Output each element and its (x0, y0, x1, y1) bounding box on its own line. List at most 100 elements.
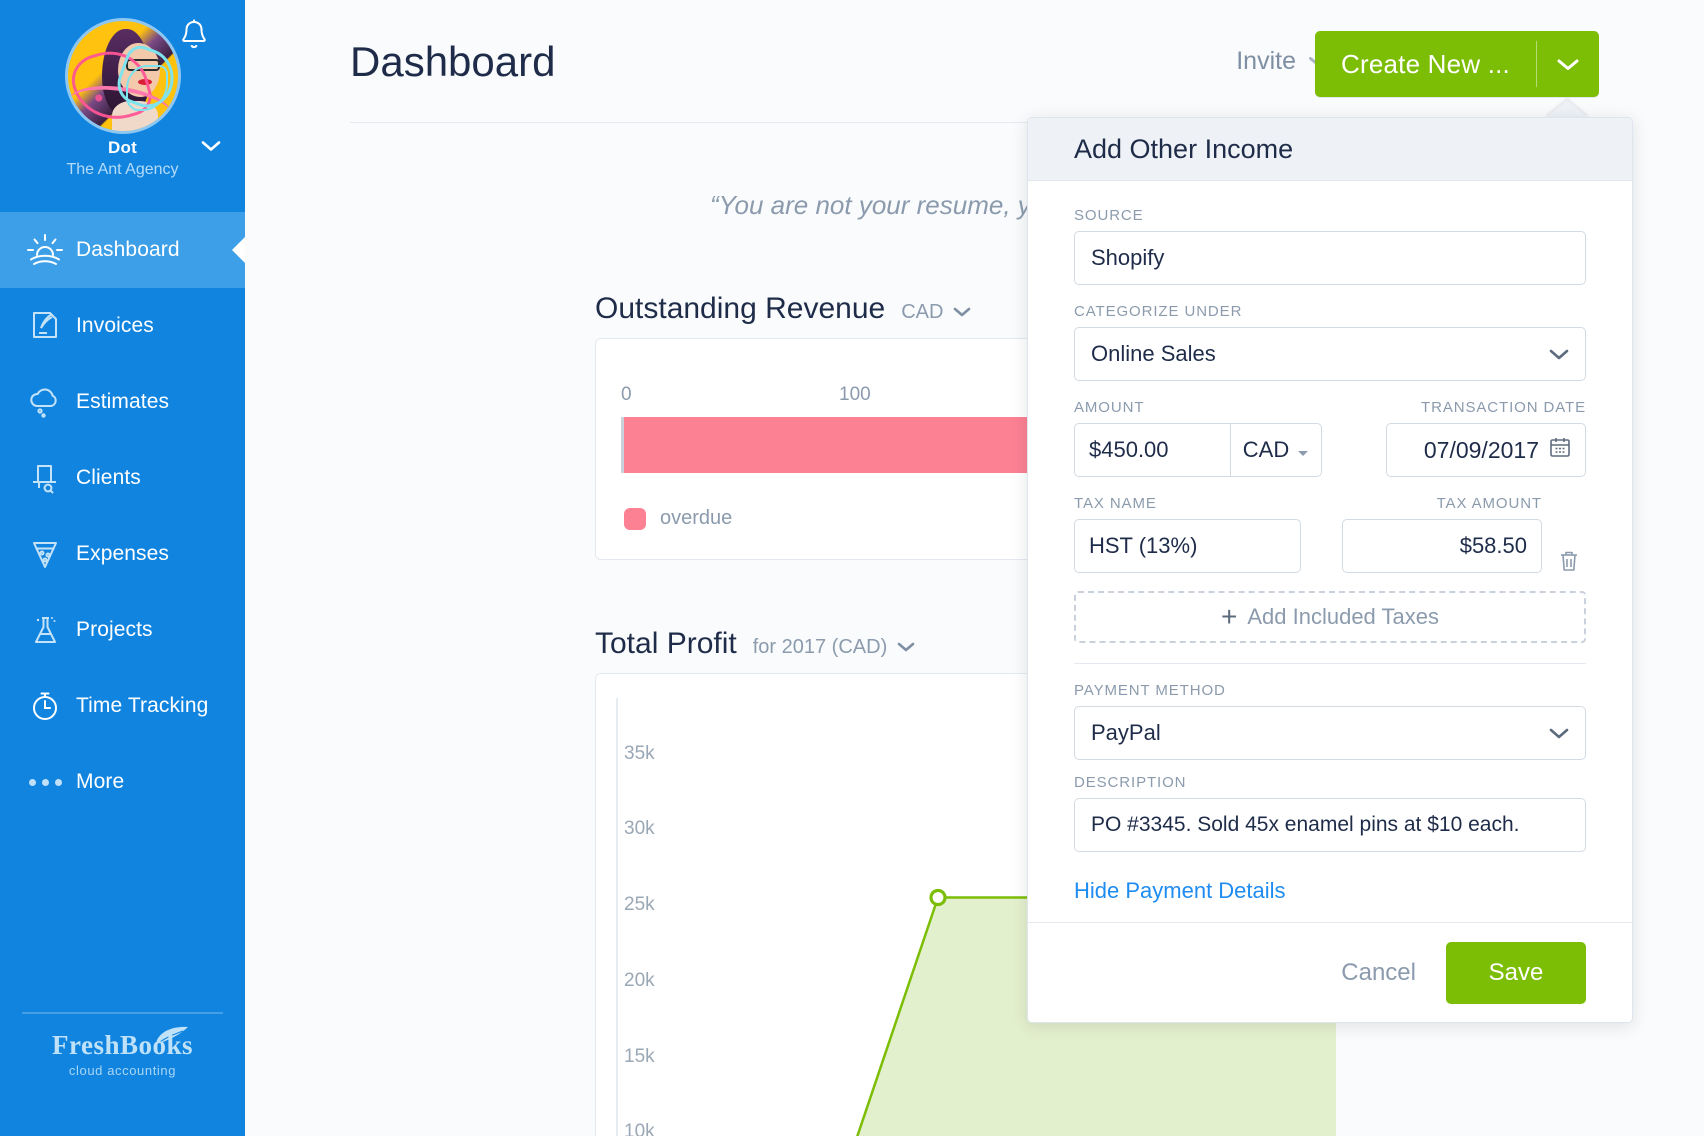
y-axis-tick: 10k (624, 1121, 655, 1136)
x-axis-tick-0: 0 (621, 384, 632, 405)
modal-pointer-arrow (1545, 100, 1589, 118)
sidebar-item-label: Projects (76, 618, 153, 641)
sidebar-item-label: Expenses (76, 542, 170, 565)
create-new-button[interactable]: Create New ... (1315, 31, 1599, 97)
amount-input[interactable]: $450.00 (1074, 423, 1230, 477)
currency-label: CAD (901, 301, 944, 323)
amount-input-group: $450.00 CAD (1074, 423, 1322, 477)
amount-label: AMOUNT (1074, 399, 1145, 416)
chevron-down-icon[interactable] (201, 139, 221, 153)
y-axis-tick: 20k (624, 969, 655, 991)
save-button[interactable]: Save (1446, 941, 1586, 1004)
total-profit-period-dropdown[interactable]: for 2017 (CAD) (753, 636, 916, 659)
transaction-date-value: 07/09/2017 (1423, 436, 1539, 463)
freshbooks-logo: FreshBooks cloud accounting (0, 1030, 245, 1078)
top-hat-icon (22, 458, 68, 498)
bell-icon[interactable] (179, 18, 209, 52)
caret-down-icon (1297, 437, 1309, 463)
transaction-date-field-group: TRANSACTION DATE 07/09/2017 (1386, 399, 1586, 477)
tax-name-input[interactable]: HST (13%) (1074, 519, 1301, 573)
sidebar-divider (22, 1012, 223, 1014)
tax-amount-wrap: TAX AMOUNT $58.50 (1342, 495, 1586, 573)
amount-date-row: AMOUNT $450.00 CAD TRANSACTION DATE 07/0… (1074, 399, 1586, 477)
chevron-down-icon (1549, 720, 1569, 746)
create-new-label: Create New ... (1341, 48, 1510, 79)
payment-method-field-group: PAYMENT METHOD PayPal (1074, 682, 1586, 760)
page-title: Dashboard (350, 38, 556, 85)
payment-method-label: PAYMENT METHOD (1074, 682, 1226, 699)
pizza-slice-icon (22, 534, 68, 574)
total-profit-title: Total Profit (595, 627, 737, 660)
tax-amount-input[interactable]: $58.50 (1342, 519, 1542, 573)
tax-amount-field-group: TAX AMOUNT $58.50 (1342, 495, 1542, 573)
description-label: DESCRIPTION (1074, 774, 1187, 791)
legend-swatch-overdue (624, 507, 646, 530)
source-input[interactable]: Shopify (1074, 231, 1586, 285)
invite-label: Invite (1236, 47, 1296, 75)
calendar-icon[interactable] (1549, 436, 1571, 464)
sidebar-item-expenses[interactable]: Expenses (0, 516, 245, 592)
sidebar-item-label: Clients (76, 466, 141, 489)
legend-label-overdue: overdue (660, 507, 733, 529)
sidebar-item-invoices[interactable]: Invoices (0, 288, 245, 364)
amount-field-group: AMOUNT $450.00 CAD (1074, 399, 1322, 477)
trash-icon[interactable] (1552, 549, 1586, 573)
transaction-date-label: TRANSACTION DATE (1421, 399, 1586, 416)
sidebar-item-estimates[interactable]: Estimates (0, 364, 245, 440)
currency-select[interactable]: CAD (1230, 423, 1322, 477)
tax-name-label: TAX NAME (1074, 495, 1157, 512)
tax-amount-label: TAX AMOUNT (1436, 495, 1542, 512)
outstanding-revenue-currency-dropdown[interactable]: CAD (901, 301, 971, 324)
transaction-date-input[interactable]: 07/09/2017 (1386, 423, 1586, 477)
add-included-taxes-button[interactable]: + Add Included Taxes (1074, 591, 1586, 643)
description-input[interactable]: PO #3345. Sold 45x enamel pins at $10 ea… (1074, 798, 1586, 852)
category-select[interactable]: Online Sales (1074, 327, 1586, 381)
sidebar-item-projects[interactable]: Projects (0, 592, 245, 668)
data-point[interactable] (929, 888, 947, 907)
outstanding-revenue-title: Outstanding Revenue (595, 292, 886, 325)
logo-wordmark: FreshBooks (51, 1030, 194, 1060)
sunrise-icon (22, 230, 68, 270)
y-axis-tick: 25k (624, 894, 655, 916)
category-label: CATEGORIZE UNDER (1074, 303, 1243, 320)
modal-title: Add Other Income (1074, 133, 1294, 164)
tax-name-field-group: TAX NAME HST (13%) (1074, 495, 1301, 573)
currency-value: CAD (1242, 437, 1290, 462)
chevron-down-icon (897, 636, 915, 659)
create-new-dropdown-toggle[interactable] (1537, 31, 1599, 97)
section-divider (1074, 663, 1586, 664)
total-profit-header: Total Profit for 2017 (CAD) (595, 627, 915, 661)
y-axis-tick: 35k (624, 742, 655, 764)
description-field-group: DESCRIPTION PO #3345. Sold 45x enamel pi… (1074, 774, 1586, 852)
avatar[interactable] (64, 18, 181, 134)
sidebar-item-label: More (76, 770, 125, 793)
sidebar-item-clients[interactable]: Clients (0, 440, 245, 516)
stopwatch-icon (22, 686, 68, 726)
source-label: SOURCE (1074, 207, 1144, 224)
payment-method-value: PayPal (1091, 720, 1161, 745)
y-axis-tick: 30k (624, 818, 655, 840)
sidebar-item-label: Dashboard (76, 238, 180, 261)
hide-payment-details-link[interactable]: Hide Payment Details (1074, 878, 1286, 904)
sidebar-item-dashboard[interactable]: Dashboard (0, 212, 245, 288)
source-field-group: SOURCE Shopify (1074, 207, 1586, 285)
x-axis-tick-100: 100 (839, 384, 871, 405)
modal-body: SOURCE Shopify CATEGORIZE UNDER Online S… (1028, 181, 1632, 904)
sidebar-item-label: Time Tracking (76, 694, 209, 717)
sidebar-item-label: Estimates (76, 390, 170, 413)
category-value: Online Sales (1091, 341, 1216, 366)
cancel-button[interactable]: Cancel (1341, 959, 1416, 987)
sidebar-item-time-tracking[interactable]: Time Tracking (0, 668, 245, 744)
category-field-group: CATEGORIZE UNDER Online Sales (1074, 303, 1586, 381)
modal-footer: Cancel Save (1028, 922, 1632, 1022)
user-company: The Ant Agency (66, 161, 179, 178)
period-label: for 2017 (CAD) (752, 636, 888, 658)
sidebar-item-label: Invoices (76, 314, 154, 337)
y-axis-tick: 15k (624, 1045, 655, 1067)
chart-legend: overdue (624, 507, 732, 530)
invoice-quill-icon (22, 306, 68, 346)
avatar-image (64, 18, 181, 134)
payment-method-select[interactable]: PayPal (1074, 706, 1586, 760)
sidebar-item-more[interactable]: More (0, 744, 245, 820)
sidebar-nav: Dashboard Invoices Estimates Clients Exp… (0, 212, 245, 820)
